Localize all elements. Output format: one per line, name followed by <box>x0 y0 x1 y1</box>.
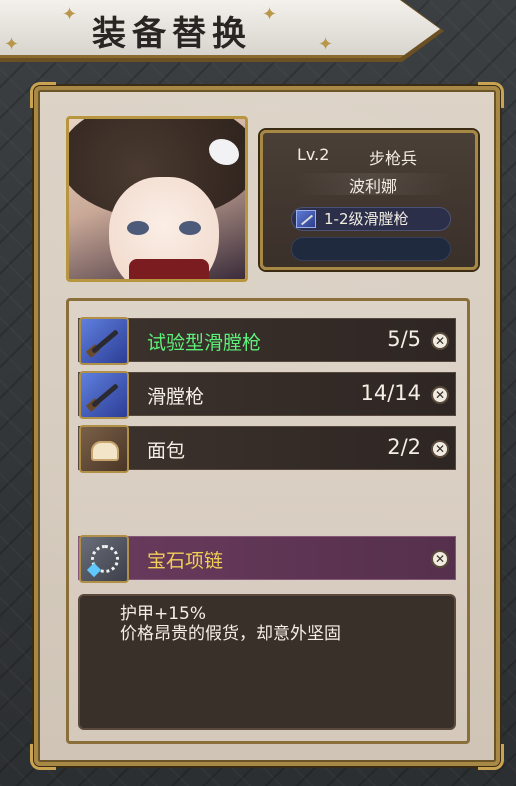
accessory-item[interactable]: 宝石项链 ✕ <box>78 535 456 583</box>
item-count: 5/5 <box>387 327 421 351</box>
page-title: 装备替换 <box>92 14 252 54</box>
list-item[interactable]: 试验型滑膛枪 5/5 ✕ <box>78 317 456 365</box>
character-level: Lv.2 <box>297 145 330 164</box>
necklace-icon <box>79 535 129 583</box>
item-count: 2/2 <box>387 435 421 459</box>
musket-icon <box>296 210 316 228</box>
list-item[interactable]: 面包 2/2 ✕ <box>78 425 456 473</box>
frame-corner-ornament <box>30 82 56 108</box>
fleur-ornament-icon: ✦ <box>262 4 278 25</box>
character-info-card: Lv.2 步枪兵 波利娜 1-2级滑膛枪 <box>260 130 478 270</box>
item-name: 面包 <box>147 440 186 462</box>
musket-icon <box>79 317 129 365</box>
frame-corner-ornament <box>30 744 56 770</box>
item-count: 14/14 <box>360 381 421 405</box>
character-class: 步枪兵 <box>369 149 418 168</box>
item-name: 滑膛枪 <box>147 386 205 408</box>
accessory-name: 宝石项链 <box>147 550 224 572</box>
equipped-weapon-label: 1-2级滑膛枪 <box>324 210 409 228</box>
portrait-eye <box>179 221 201 235</box>
item-flavor-text: 价格昂贵的假货，却意外坚固 <box>120 624 341 644</box>
remove-icon[interactable]: ✕ <box>431 440 449 458</box>
portrait-eye <box>127 221 149 235</box>
musket-icon <box>79 371 129 419</box>
remove-icon[interactable]: ✕ <box>431 550 449 568</box>
equipped-weapon-slot[interactable]: 1-2级滑膛枪 <box>291 207 451 231</box>
character-name: 波利娜 <box>293 173 453 196</box>
fleur-ornament-icon: ✦ <box>62 4 78 25</box>
list-item[interactable]: 滑膛枪 14/14 ✕ <box>78 371 456 419</box>
bread-icon <box>79 425 129 473</box>
item-description-box: 护甲+15% 价格昂贵的假货，却意外坚固 <box>78 594 456 730</box>
empty-equipment-slot[interactable] <box>291 237 451 261</box>
fleur-ornament-icon: ✦ <box>4 34 20 55</box>
portrait-collar <box>129 259 209 279</box>
item-stat: 护甲+15% <box>120 604 207 624</box>
frame-corner-ornament <box>478 82 504 108</box>
item-name: 试验型滑膛枪 <box>147 332 262 354</box>
frame-corner-ornament <box>478 744 504 770</box>
fleur-ornament-icon: ✦ <box>318 34 334 55</box>
character-portrait[interactable] <box>66 116 248 282</box>
remove-icon[interactable]: ✕ <box>431 332 449 350</box>
remove-icon[interactable]: ✕ <box>431 386 449 404</box>
